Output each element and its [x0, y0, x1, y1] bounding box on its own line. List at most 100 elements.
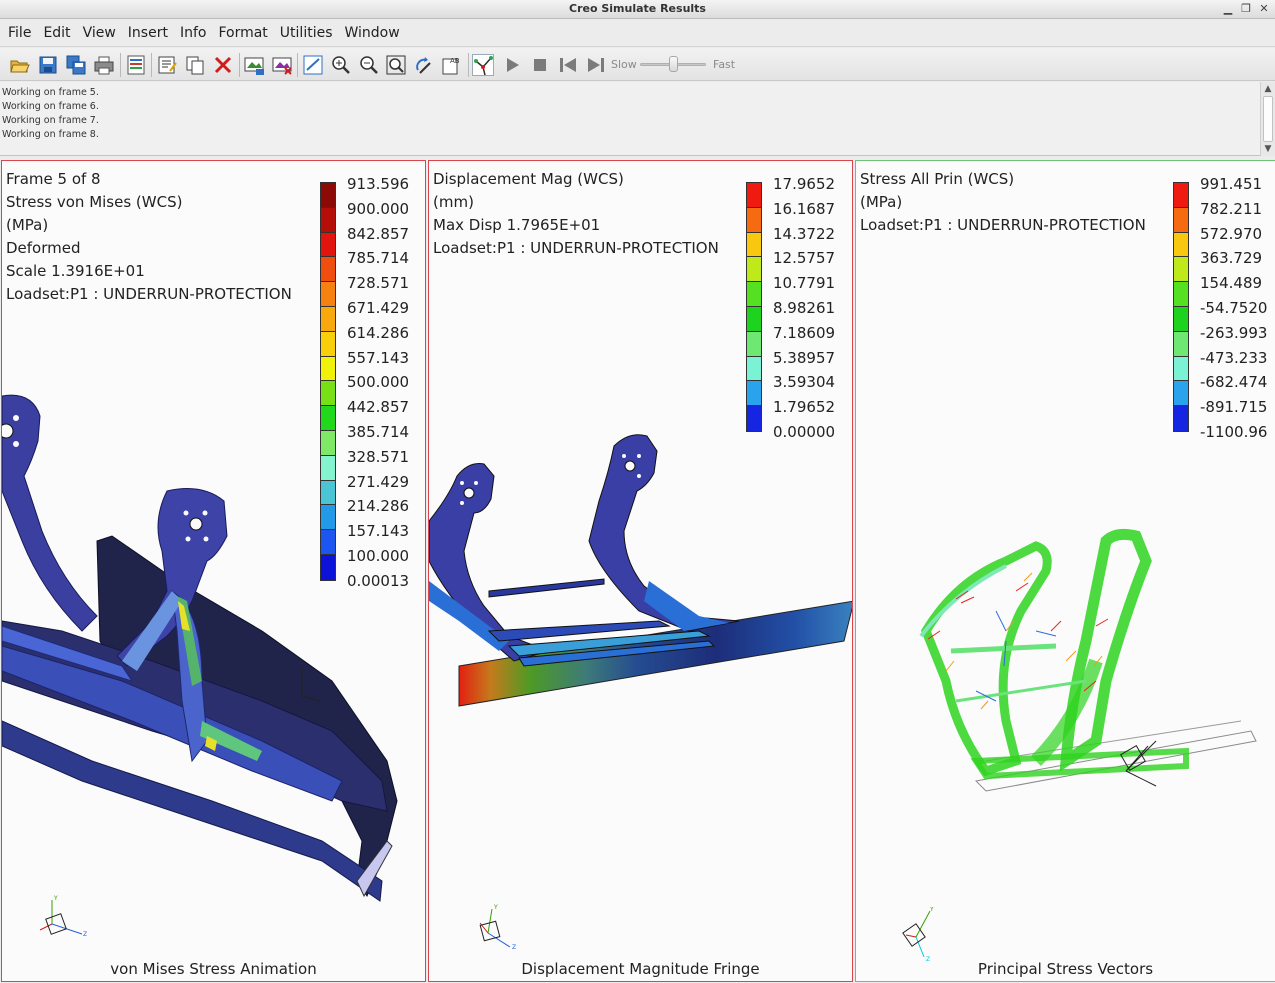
legend-labels: 913.596 900.000 842.857 785.714 728.571 671.4…: [347, 172, 409, 594]
legend-swatch: [1174, 406, 1188, 431]
legend-swatch: [321, 331, 335, 357]
legend-colorbar: [1173, 182, 1189, 432]
viewport-von-mises[interactable]: Frame 5 of 8 Stress von Mises (WCS) (MPa…: [1, 160, 426, 982]
legend-swatch: [321, 406, 335, 431]
legend-swatch: [1174, 207, 1188, 233]
viewport-principal-stress[interactable]: Stress All Prin (WCS) (MPa) Loadset:P1 :…: [855, 160, 1275, 982]
menu-view[interactable]: View: [77, 20, 122, 46]
legend-swatch: [1174, 232, 1188, 258]
legend-swatch: [321, 530, 335, 555]
scroll-down-icon[interactable]: ▼: [1263, 144, 1273, 154]
legend-swatch: [321, 306, 335, 332]
title-bar: Creo Simulate Results ▁ ❐ ✕: [0, 0, 1275, 19]
show-icon[interactable]: [243, 54, 265, 76]
close-icon[interactable]: ✕: [1255, 1, 1273, 17]
edit-definition-icon[interactable]: [156, 54, 178, 76]
legend-value: 1.79652: [773, 398, 836, 417]
legend-swatch: [321, 356, 335, 382]
legend-value: 14.3722: [773, 224, 836, 243]
legend-value: 557.143: [347, 348, 410, 367]
menu-format[interactable]: Format: [212, 20, 273, 46]
loadset-label: Loadset:P1 : UNDERRUN-PROTECTION: [860, 216, 1146, 234]
legend-swatch: [747, 356, 761, 382]
save-icon[interactable]: [37, 54, 59, 76]
spin-icon[interactable]: [413, 54, 435, 76]
menu-bar: File Edit View Insert Info Format Utilit…: [0, 20, 1275, 47]
menu-edit[interactable]: Edit: [37, 20, 76, 46]
legend-swatch: [321, 257, 335, 283]
viewport-displacement[interactable]: Displacement Mag (WCS) (mm) Max Disp 1.7…: [428, 160, 853, 982]
first-frame-icon[interactable]: [557, 54, 579, 76]
legend-swatch: [1174, 381, 1188, 407]
legend-value: 614.286: [347, 323, 410, 342]
animate-icon[interactable]: [472, 54, 494, 76]
legend-value: 8.98261: [773, 298, 836, 317]
next-frame-icon[interactable]: [585, 54, 607, 76]
print-icon[interactable]: [93, 54, 115, 76]
toolbar-separator: [151, 53, 152, 77]
save-copy-icon[interactable]: [65, 54, 87, 76]
legend-swatch: [321, 232, 335, 258]
annotate-icon[interactable]: AB: [441, 54, 463, 76]
legend-value: 442.857: [347, 398, 410, 417]
zoom-out-icon[interactable]: [358, 54, 380, 76]
units-label: (MPa): [860, 193, 903, 211]
play-icon[interactable]: [501, 54, 523, 76]
copy-icon[interactable]: [184, 54, 206, 76]
legend-value: 363.729: [1200, 249, 1263, 268]
grid-toggle-icon[interactable]: [302, 54, 324, 76]
toolbar-separator: [239, 53, 240, 77]
message-line: Working on frame 7.: [2, 115, 99, 126]
legend-swatch: [321, 505, 335, 531]
scroll-thumb[interactable]: [1263, 96, 1273, 142]
app-window: Creo Simulate Results ▁ ❐ ✕ File Edit Vi…: [0, 0, 1275, 983]
zoom-in-icon[interactable]: [330, 54, 352, 76]
menu-window[interactable]: Window: [339, 20, 406, 46]
menu-utilities[interactable]: Utilities: [274, 20, 339, 46]
maximize-icon[interactable]: ❐: [1237, 1, 1255, 17]
legend-swatch: [321, 381, 335, 407]
legend-swatch: [321, 430, 335, 456]
hide-icon[interactable]: [271, 54, 293, 76]
legend-value: 500.000: [347, 373, 410, 392]
speed-fast-label: Fast: [713, 58, 736, 71]
max-displacement-label: Max Disp 1.7965E+01: [433, 216, 601, 234]
legend-swatch: [747, 207, 761, 233]
menu-file[interactable]: File: [2, 20, 37, 46]
legend-value: 5.38957: [773, 348, 836, 367]
legend-value: 10.7791: [773, 274, 836, 293]
legend-swatch: [747, 232, 761, 258]
deformed-label: Deformed: [6, 239, 81, 257]
legend-value: -473.233: [1200, 348, 1268, 367]
result-quantity-label: Stress All Prin (WCS): [860, 170, 1015, 188]
message-scrollbar[interactable]: ▲ ▼: [1260, 82, 1275, 156]
legend-swatch: [747, 183, 761, 208]
menu-info[interactable]: Info: [174, 20, 213, 46]
refit-icon[interactable]: [385, 54, 407, 76]
result-quantity-label: Displacement Mag (WCS): [433, 170, 624, 188]
legend-swatch: [321, 282, 335, 307]
legend-value: 17.9652: [773, 175, 836, 193]
coordinate-triad-icon: Y Z: [902, 907, 934, 963]
viewport-caption: Principal Stress Vectors: [977, 960, 1154, 978]
speed-slider-thumb[interactable]: [669, 56, 678, 72]
open-icon[interactable]: [9, 54, 31, 76]
delete-icon[interactable]: [212, 54, 234, 76]
minimize-icon[interactable]: ▁: [1219, 1, 1237, 17]
message-line: Working on frame 5.: [2, 87, 99, 98]
legend-swatch: [1174, 257, 1188, 283]
menu-insert[interactable]: Insert: [122, 20, 174, 46]
legend-swatch: [321, 207, 335, 233]
report-icon[interactable]: [125, 54, 147, 76]
viewport-info: Displacement Mag (WCS) (mm) Max Disp 1.7…: [433, 168, 719, 260]
legend-value: 12.5757: [773, 249, 836, 268]
legend-colorbar: [320, 182, 336, 581]
legend-swatch: [321, 183, 335, 208]
legend-value: 728.571: [347, 274, 410, 293]
units-label: (MPa): [6, 216, 49, 234]
legend-swatch: [1174, 282, 1188, 307]
legend-value: -54.7520: [1200, 298, 1268, 317]
legend-value: -1100.96: [1200, 422, 1268, 441]
scroll-up-icon[interactable]: ▲: [1263, 84, 1273, 94]
stop-icon[interactable]: [529, 54, 551, 76]
